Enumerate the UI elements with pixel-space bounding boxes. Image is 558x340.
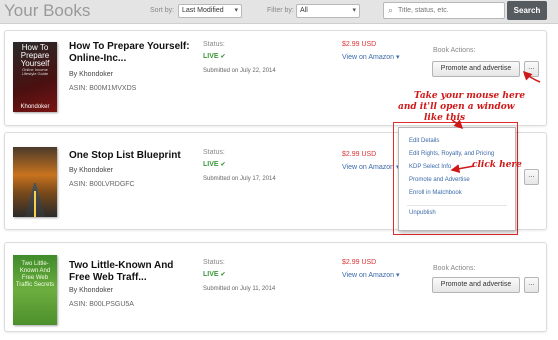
more-actions-button[interactable]: ... [524, 61, 539, 77]
price: $2.99 USD [342, 259, 377, 266]
menu-item-edit-details[interactable]: Edit Details [409, 138, 439, 144]
book-actions-label: Book Actions: [433, 265, 476, 272]
cover-author: Khondoker [20, 104, 50, 110]
book-cover[interactable] [13, 147, 57, 217]
view-on-amazon-link[interactable]: View on Amazon ▾ [342, 163, 399, 171]
cover-subtitle: Online Income Lifestyle Guide [21, 67, 49, 76]
view-on-amazon-link[interactable]: View on Amazon ▾ [342, 53, 399, 61]
chevron-down-icon: ▾ [395, 54, 400, 61]
book-actions-menu: Edit Details Edit Rights, Royalty, and P… [398, 127, 516, 231]
book-title[interactable]: Two Little-Known And Free Web Traff... [69, 260, 193, 284]
menu-divider [407, 205, 507, 206]
chevron-down-icon: ▾ [352, 7, 356, 14]
annotation-hint: like this [424, 113, 466, 123]
book-asin: ASIN: B00M1MVXDS [69, 85, 137, 92]
book-author: By Khondoker [69, 287, 113, 294]
status-badge: LIVE ✔ [203, 161, 226, 168]
search-box[interactable]: ⌕ [383, 2, 505, 19]
book-title[interactable]: One Stop List Blueprint [69, 150, 209, 162]
filter-select[interactable]: All ▾ [296, 4, 360, 18]
check-icon: ✔ [220, 272, 226, 278]
sort-select[interactable]: Last Modified ▾ [178, 4, 242, 18]
book-asin: ASIN: B00LVRDGFC [69, 181, 135, 188]
check-icon: ✔ [220, 162, 226, 168]
promote-button[interactable]: Promote and advertise [432, 61, 520, 77]
submitted-date: Submitted on July 11, 2014 [203, 286, 276, 292]
promote-button[interactable]: Promote and advertise [432, 277, 520, 293]
menu-item-matchbook[interactable]: Enroll in Matchbook [409, 190, 462, 196]
page-title: Your Books [4, 1, 91, 20]
menu-item-unpublish[interactable]: Unpublish [409, 210, 436, 216]
annotation-hint: Take your mouse here [414, 91, 526, 101]
search-input[interactable] [398, 5, 502, 16]
menu-item-edit-rights[interactable]: Edit Rights, Royalty, and Pricing [409, 151, 494, 157]
status-label: Status: [203, 149, 225, 156]
check-icon: ✔ [220, 54, 226, 60]
status-badge: LIVE ✔ [203, 53, 226, 60]
price: $2.99 USD [342, 151, 377, 158]
filter-select-value: All [300, 7, 308, 14]
search-icon: ⌕ [388, 5, 394, 15]
cover-title: Two Little-Known And Free Web Traffic Se… [15, 261, 55, 288]
book-cover[interactable]: Two Little-Known And Free Web Traffic Se… [13, 255, 57, 325]
book-author: By Khondoker [69, 71, 113, 78]
status-label: Status: [203, 259, 225, 266]
search-button[interactable]: Search [507, 1, 547, 20]
sort-select-value: Last Modified [182, 7, 224, 14]
view-on-amazon-link[interactable]: View on Amazon ▾ [342, 271, 399, 279]
book-author: By Khondoker [69, 167, 113, 174]
top-bar: Your Books Sort by: Last Modified ▾ Filt… [0, 0, 558, 24]
filter-label: Filter by: [267, 7, 294, 14]
annotation-click-here: click here [472, 160, 522, 170]
annotation-hint: and it'll open a window [398, 102, 515, 112]
chevron-down-icon: ▾ [234, 7, 238, 14]
menu-item-promote[interactable]: Promote and Advertise [409, 177, 470, 183]
price: $2.99 USD [342, 41, 377, 48]
more-actions-button[interactable]: ... [524, 277, 539, 293]
more-actions-button[interactable]: ... [524, 169, 539, 185]
sort-label: Sort by: [150, 7, 175, 14]
status-badge: LIVE ✔ [203, 271, 226, 278]
menu-item-kdp-select[interactable]: KDP Select Info [409, 164, 451, 170]
book-cover[interactable]: How To Prepare Yourself Online Income Li… [13, 42, 57, 112]
book-title[interactable]: How To Prepare Yourself: Online-Inc... [69, 41, 193, 65]
book-actions-label: Book Actions: [433, 47, 476, 54]
book-row: Two Little-Known And Free Web Traffic Se… [4, 242, 547, 332]
submitted-date: Submitted on July 22, 2014 [203, 68, 276, 74]
chevron-down-icon: ▾ [395, 272, 400, 279]
submitted-date: Submitted on July 17, 2014 [203, 176, 276, 182]
book-asin: ASIN: B00LPSGU5A [69, 301, 134, 308]
status-label: Status: [203, 41, 225, 48]
